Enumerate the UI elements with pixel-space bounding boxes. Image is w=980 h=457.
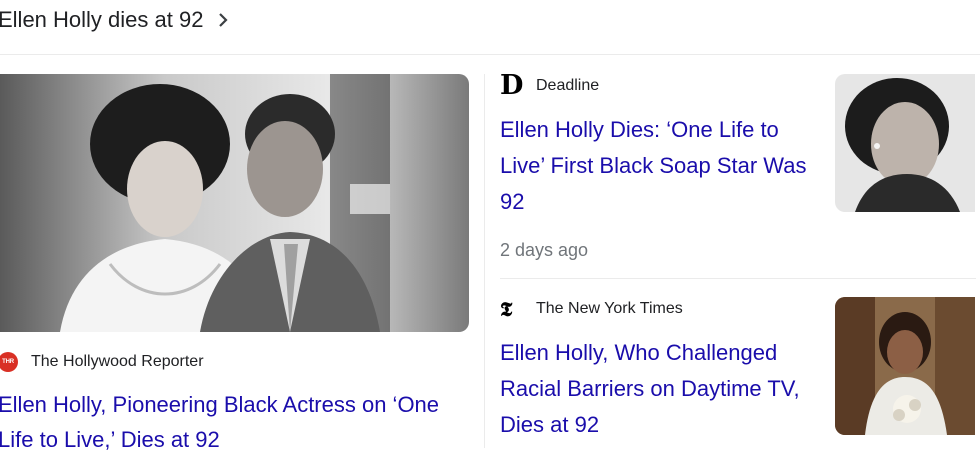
- header-divider: [0, 54, 980, 55]
- thr-logo-icon: THR: [0, 352, 18, 372]
- story-header[interactable]: Ellen Holly dies at 92: [0, 0, 229, 40]
- story-title[interactable]: Ellen Holly dies at 92: [0, 0, 203, 40]
- source-name: Deadline: [536, 77, 600, 94]
- story-timestamp: 2 days ago: [500, 240, 589, 260]
- source-name: The Hollywood Reporter: [31, 353, 204, 370]
- story-headline[interactable]: Ellen Holly, Who Challenged Racial Barri…: [500, 335, 820, 443]
- story-headline[interactable]: Ellen Holly Dies: ‘One Life to Live’ Fir…: [500, 112, 820, 220]
- card-divider: [500, 278, 976, 279]
- deadline-logo-icon: D: [500, 70, 524, 101]
- lead-story-image[interactable]: [0, 74, 469, 332]
- column-divider: [484, 74, 485, 448]
- nyt-logo-icon: 𝕿: [500, 297, 513, 321]
- chevron-right-icon[interactable]: [217, 12, 229, 28]
- lead-story-headline[interactable]: Ellen Holly, Pioneering Black Actress on…: [0, 387, 458, 457]
- lead-story-source[interactable]: THR The Hollywood Reporter: [0, 350, 204, 374]
- story-thumbnail[interactable]: [835, 297, 975, 435]
- story-thumbnail[interactable]: [835, 74, 975, 212]
- source-name: The New York Times: [536, 300, 683, 317]
